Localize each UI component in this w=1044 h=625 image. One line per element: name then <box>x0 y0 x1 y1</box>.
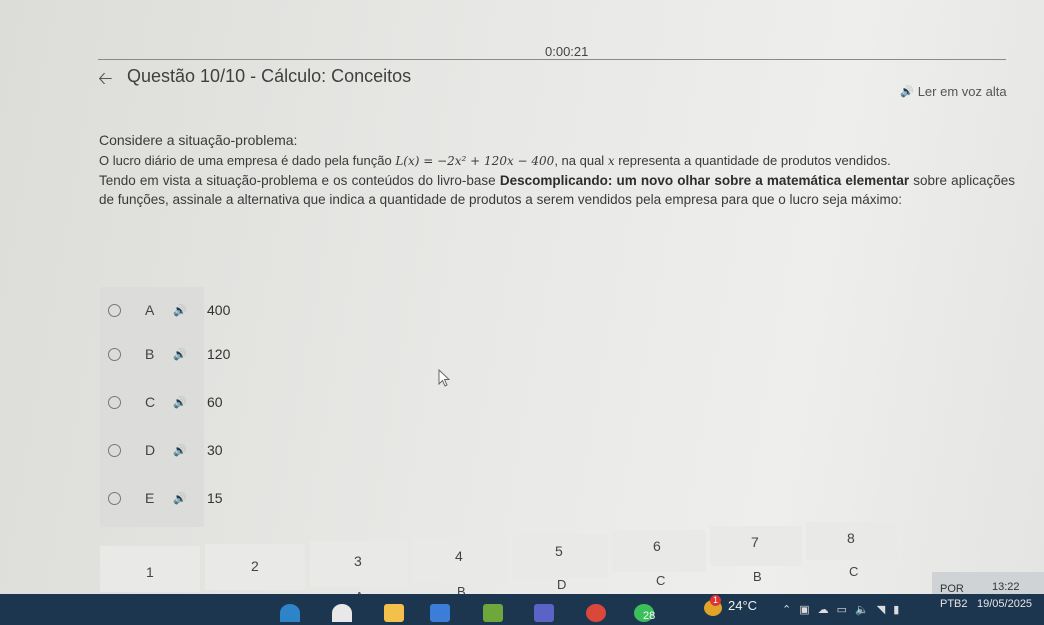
option-d[interactable]: D 🔊 30 <box>108 438 268 462</box>
cloud-icon[interactable]: ☁ <box>818 603 829 616</box>
file-explorer-icon[interactable] <box>384 604 404 622</box>
page-title: Questão 10/10 - Cálculo: Conceitos <box>127 66 412 86</box>
option-letter: A <box>145 302 155 318</box>
question-number: 4 <box>455 548 463 564</box>
weather-temp[interactable]: 24°C <box>728 598 757 613</box>
option-e[interactable]: E 🔊 15 <box>108 486 268 510</box>
keyboard-layout[interactable]: PTB2 <box>940 598 968 610</box>
clock-time[interactable]: 13:22 <box>992 578 1044 596</box>
timer: 0:00:21 <box>545 44 589 59</box>
teams-icon[interactable] <box>534 604 554 622</box>
question-nav-7[interactable]: 7 <box>710 526 802 566</box>
volume-icon[interactable]: 🔈 <box>855 603 869 616</box>
question-nav-4[interactable]: 4 <box>412 538 508 582</box>
microphone-icon[interactable]: ▮ <box>893 603 899 616</box>
option-value: 15 <box>207 490 223 506</box>
question-prompt: Tendo em vista a situação-problema e os … <box>99 171 1015 209</box>
speaker-icon[interactable]: 🔊 <box>173 444 207 457</box>
option-letter: E <box>145 490 155 506</box>
read-aloud-button[interactable]: 🔊 Ler em voz alta <box>900 84 1007 99</box>
option-letter: D <box>145 442 156 458</box>
question-statement: O lucro diário de uma empresa é dado pel… <box>99 153 891 168</box>
question-number: 2 <box>251 558 259 574</box>
prompt-text: Tendo em vista a situação-problema e os … <box>99 173 496 188</box>
search-icon[interactable] <box>332 604 352 622</box>
radio-button[interactable] <box>108 303 121 317</box>
question-number: 1 <box>146 564 154 580</box>
radio-button[interactable] <box>108 443 121 457</box>
taskbar-apps: 28 <box>270 596 730 625</box>
battery-icon[interactable]: ▭ <box>837 603 847 616</box>
option-value: 30 <box>207 442 223 458</box>
option-c[interactable]: C 🔊 60 <box>108 390 268 414</box>
statement-text-2: , na qual <box>554 153 605 168</box>
chrome-icon[interactable] <box>586 604 606 622</box>
system-tray: ⌃ ▣ ☁ ▭ 🔈 ◥ ▮ <box>782 594 932 624</box>
question-nav-2[interactable]: 2 <box>205 544 305 590</box>
read-aloud-label: Ler em voz alta <box>917 84 1007 99</box>
speaker-icon[interactable]: 🔊 <box>173 348 207 361</box>
answer-5: D <box>557 577 567 592</box>
question-nav-8[interactable]: 8 <box>806 522 898 560</box>
question-nav-3[interactable]: 3 <box>310 541 408 587</box>
radio-button[interactable] <box>108 491 121 505</box>
weather-icon[interactable]: 1 <box>704 595 722 616</box>
radio-button[interactable] <box>108 395 121 409</box>
notification-badge: 28 <box>643 610 656 622</box>
question-number: 7 <box>751 534 759 550</box>
option-value: 120 <box>207 346 231 362</box>
question-intro: Considere a situação-problema: <box>99 132 298 148</box>
speaker-icon[interactable]: 🔊 <box>173 396 207 409</box>
option-a[interactable]: A 🔊 400 <box>108 298 268 322</box>
question-nav-5[interactable]: 5 <box>512 534 608 578</box>
variable: x <box>607 154 615 168</box>
whatsapp-icon[interactable]: 28 <box>634 604 656 622</box>
chevron-up-icon[interactable]: ⌃ <box>782 603 791 616</box>
header-divider <box>98 59 1006 60</box>
option-letter: B <box>145 346 155 362</box>
weather-alert-badge: 1 <box>710 595 721 606</box>
answer-7: B <box>753 569 762 584</box>
answer-8: C <box>849 564 859 579</box>
question-number: 3 <box>354 553 362 569</box>
top-bar <box>0 0 1044 24</box>
speaker-icon[interactable]: 🔊 <box>173 492 207 505</box>
speaker-icon: 🔊 <box>900 86 914 98</box>
answer-6: C <box>656 573 666 588</box>
book-title: Descomplicando: um novo olhar sobre a ma… <box>499 173 910 188</box>
meet-icon[interactable]: ▣ <box>799 603 809 616</box>
clock-date[interactable]: 19/05/2025 <box>977 598 1032 610</box>
mouse-cursor-icon <box>438 369 451 387</box>
question-number: 5 <box>555 543 563 559</box>
statement-text-3: representa a quantidade de produtos vend… <box>618 153 891 168</box>
question-number: 8 <box>847 530 855 546</box>
question-nav-6[interactable]: 6 <box>612 530 706 572</box>
language-indicator[interactable]: POR <box>940 580 964 598</box>
option-b[interactable]: B 🔊 120 <box>108 342 268 366</box>
store-icon[interactable] <box>483 604 503 622</box>
radio-button[interactable] <box>108 347 121 361</box>
formula: L(x) = −2x² + 120x − 400 <box>395 154 555 168</box>
speaker-icon[interactable]: 🔊 <box>173 304 207 317</box>
edge-icon[interactable] <box>280 604 300 622</box>
question-number: 6 <box>653 538 661 554</box>
question-nav-1[interactable]: 1 <box>100 546 200 592</box>
option-value: 400 <box>207 302 231 318</box>
mail-icon[interactable] <box>430 604 450 622</box>
statement-text: O lucro diário de uma empresa é dado pel… <box>99 153 392 168</box>
back-arrow-icon[interactable]: 🡠 <box>98 66 113 96</box>
option-letter: C <box>145 394 156 410</box>
option-value: 60 <box>207 394 223 410</box>
wifi-icon[interactable]: ◥ <box>877 603 885 616</box>
